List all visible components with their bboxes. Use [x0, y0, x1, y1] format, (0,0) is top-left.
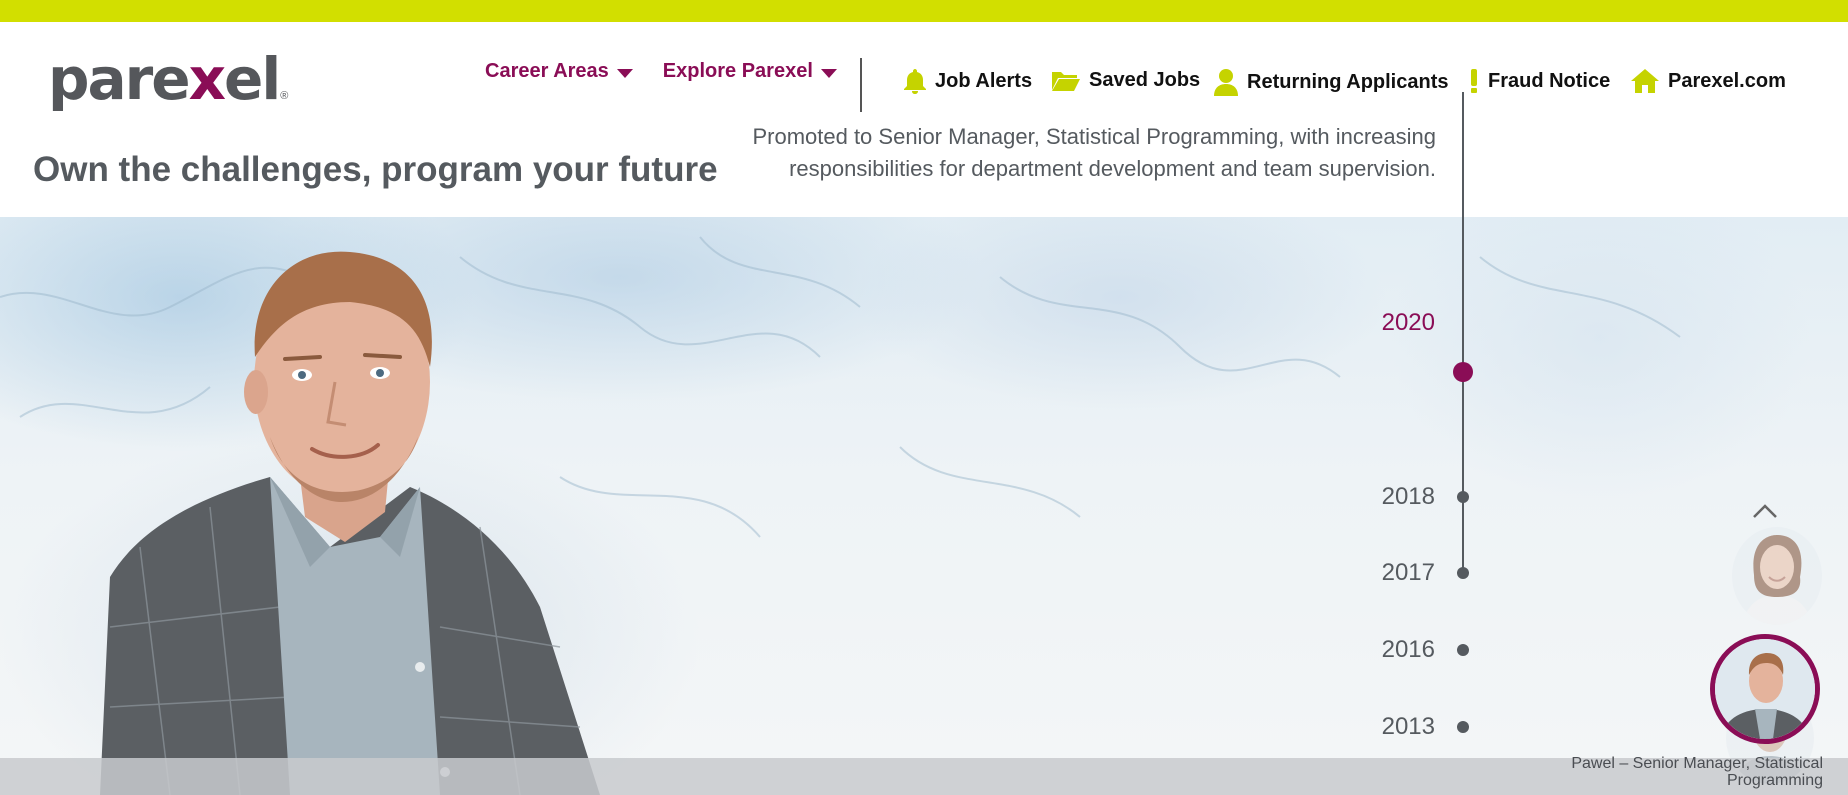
exclamation-icon [1471, 69, 1477, 93]
timeline-dot-2016[interactable] [1457, 644, 1469, 656]
timeline-dot-2020[interactable] [1453, 362, 1473, 382]
avatar-employee-female[interactable] [1732, 527, 1822, 625]
folder-icon [1052, 72, 1080, 91]
timeline-year-2017[interactable]: 2017 [1235, 559, 1435, 587]
top-accent-bar [0, 0, 1848, 22]
returning-applicants-label: Returning Applicants [1247, 70, 1449, 93]
timeline-dot-2013[interactable] [1457, 721, 1469, 733]
timeline-year-2018[interactable]: 2018 [1235, 483, 1435, 511]
timeline-description: Promoted to Senior Manager, Statistical … [752, 124, 1436, 181]
logo-wordmark: parexel [48, 45, 281, 113]
bell-icon [904, 69, 926, 94]
employee-thumbnail [1732, 527, 1822, 625]
employee-caption: Pawel – Senior Manager, Statistical Prog… [1571, 755, 1823, 789]
employee-thumbnail [1715, 639, 1815, 739]
parexel-com-link[interactable]: Parexel.com [1630, 68, 1786, 94]
nav-explore-parexel[interactable]: Explore Parexel [663, 60, 837, 83]
chevron-up-icon[interactable] [1752, 503, 1778, 524]
parexel-logo[interactable]: parexel ® [48, 48, 288, 108]
saved-jobs-label: Saved Jobs [1089, 68, 1201, 91]
timeline-year-2016[interactable]: 2016 [1235, 636, 1435, 664]
main-nav: Career Areas Explore Parexel [485, 60, 867, 83]
nav-divider [860, 58, 862, 112]
page-title: Own the challenges, program your future [33, 150, 718, 189]
timeline-year-2020[interactable]: 2020 [1235, 309, 1435, 337]
nav-career-areas-label: Career Areas [485, 60, 609, 82]
job-alerts-label: Job Alerts [935, 69, 1033, 92]
parexel-com-label: Parexel.com [1668, 69, 1786, 92]
avatar-employee-pawel-current[interactable] [1710, 634, 1820, 744]
saved-jobs-link[interactable]: Saved Jobs [1051, 68, 1200, 92]
user-icon [1214, 69, 1238, 96]
employee-portrait [100, 251, 600, 795]
nav-career-areas[interactable]: Career Areas [485, 60, 633, 83]
job-alerts-link[interactable]: Job Alerts [903, 68, 1032, 94]
hero-section [0, 217, 1848, 795]
caret-down-icon [616, 68, 633, 78]
home-icon [1631, 69, 1659, 93]
timeline-dot-2018[interactable] [1457, 491, 1469, 503]
returning-applicants-link[interactable]: Returning Applicants [1213, 68, 1448, 96]
fraud-notice-link[interactable]: Fraud Notice [1468, 68, 1610, 94]
timeline-year-2013[interactable]: 2013 [1235, 713, 1435, 741]
timeline-axis [1462, 92, 1464, 578]
timeline-dot-2017[interactable] [1457, 567, 1469, 579]
nav-explore-label: Explore Parexel [662, 60, 813, 82]
fraud-notice-label: Fraud Notice [1488, 69, 1611, 92]
caret-down-icon [820, 68, 837, 78]
logo-registered-mark: ® [280, 90, 289, 102]
